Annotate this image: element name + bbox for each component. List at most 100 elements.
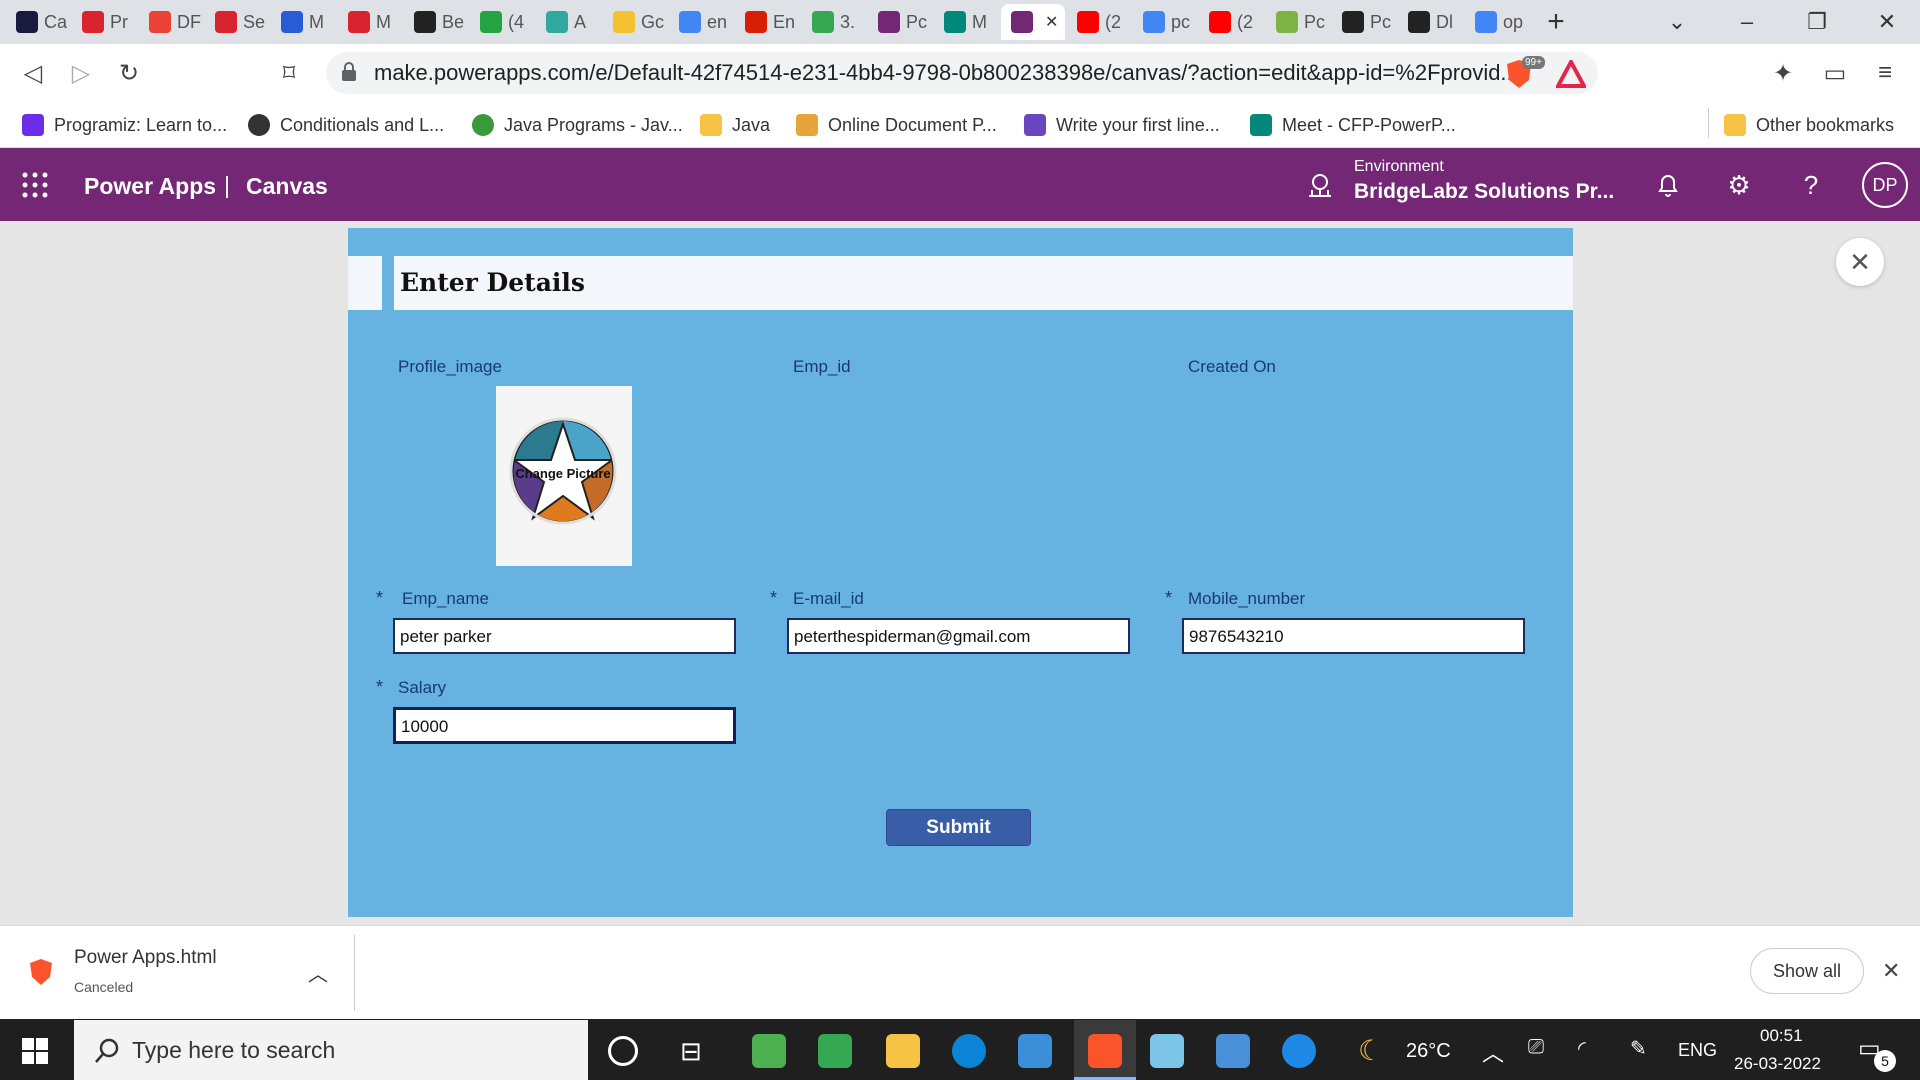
tab-search-chevron-icon[interactable]: ⌄ <box>1646 0 1708 44</box>
browser-tab[interactable]: ✕ <box>1001 4 1065 40</box>
header-mode: Canvas <box>246 173 328 199</box>
reload-icon[interactable]: ↻ <box>110 54 148 92</box>
help-icon[interactable]: ? <box>1794 168 1828 202</box>
notification-bell-icon[interactable] <box>1651 168 1685 202</box>
browser-tab[interactable]: (4 <box>470 4 536 40</box>
mobile-number-input[interactable]: 9876543210 <box>1182 618 1525 654</box>
browser-tab[interactable]: (2 <box>1199 4 1265 40</box>
environment-name[interactable]: BridgeLabz Solutions Pr... <box>1354 180 1614 204</box>
meet-now-icon[interactable]: ⎚ <box>1528 1036 1544 1059</box>
browser-tab[interactable]: DF <box>139 4 205 40</box>
browser-tab[interactable]: Se <box>205 4 271 40</box>
bookmark-online-document[interactable]: Online Document P... <box>796 110 997 140</box>
url-text: make.powerapps.com/e/Default-42f74514-e2… <box>374 60 1519 85</box>
browser-tab[interactable]: en <box>669 4 735 40</box>
browser-tab[interactable]: Pc <box>868 4 934 40</box>
show-all-button[interactable]: Show all <box>1750 948 1864 994</box>
required-marker: * <box>770 588 778 608</box>
browser-tab[interactable]: Dl <box>1398 4 1464 40</box>
other-bookmarks[interactable]: Other bookmarks <box>1724 110 1894 140</box>
browser-tab[interactable]: Gc <box>603 4 669 40</box>
extensions-icon[interactable]: ✦ <box>1764 54 1802 92</box>
tab-title: 3. <box>840 11 856 32</box>
download-file-name[interactable]: Power Apps.html <box>74 947 217 969</box>
browser-tab[interactable]: (2 <box>1067 4 1133 40</box>
weather-icon[interactable]: ☾ <box>1358 1034 1383 1067</box>
task-view-icon[interactable]: ⊟ <box>680 1036 702 1067</box>
bookmark-programiz[interactable]: Programiz: Learn to... <box>22 110 227 140</box>
browser-tab[interactable]: Be <box>404 4 470 40</box>
app-launcher-icon[interactable] <box>22 172 48 198</box>
tab-title: M <box>972 11 987 32</box>
environment-label: Environment <box>1354 158 1444 175</box>
bookmark-conditionals[interactable]: Conditionals and L... <box>248 110 444 140</box>
bookmark-icon[interactable]: ⌑ <box>270 54 308 92</box>
submit-button[interactable]: Submit <box>886 809 1031 846</box>
browser-tab[interactable]: op <box>1465 4 1531 40</box>
browser-tab[interactable]: pc <box>1133 4 1199 40</box>
bookmark-folder-java[interactable]: Java <box>700 110 770 140</box>
email-id-input[interactable]: peterthespiderman@gmail.com <box>787 618 1130 654</box>
product-name[interactable]: Power Apps <box>84 173 216 200</box>
help-app-icon[interactable] <box>1282 1034 1316 1068</box>
brave-rewards-icon[interactable] <box>1554 57 1588 88</box>
photos-icon[interactable] <box>1018 1034 1052 1068</box>
tab-favicon-icon <box>812 11 834 33</box>
avatar[interactable]: DP <box>1862 162 1908 208</box>
network-icon[interactable]: ◜ <box>1578 1036 1586 1061</box>
close-window-button[interactable]: ✕ <box>1856 0 1918 44</box>
menu-icon[interactable]: ≡ <box>1866 54 1904 92</box>
salary-input[interactable]: 10000 <box>393 707 736 744</box>
browser-tab[interactable]: Pr <box>72 4 138 40</box>
windows-start-icon[interactable] <box>22 1038 48 1064</box>
label-created-on: Created On <box>1188 357 1276 376</box>
tab-favicon-icon <box>1276 11 1298 33</box>
close-download-bar-icon[interactable]: ✕ <box>1882 958 1900 984</box>
new-tab-button[interactable]: + <box>1536 4 1576 40</box>
minimize-button[interactable]: – <box>1716 0 1778 44</box>
git-icon[interactable] <box>1216 1034 1250 1068</box>
tab-favicon-icon <box>1077 11 1099 33</box>
clock-date[interactable]: 26-03-2022 <box>1734 1054 1821 1074</box>
weather-temperature[interactable]: 26°C <box>1406 1040 1451 1063</box>
notepad-icon[interactable] <box>1150 1034 1184 1068</box>
browser-tab[interactable]: Pc <box>1332 4 1398 40</box>
browser-tab[interactable]: M <box>934 4 1000 40</box>
bookmark-java-programs[interactable]: Java Programs - Jav... <box>472 110 683 140</box>
settings-gear-icon[interactable]: ⚙ <box>1722 168 1756 202</box>
language-indicator[interactable]: ENG <box>1678 1040 1717 1061</box>
back-icon[interactable]: ◁ <box>14 54 52 92</box>
close-tab-icon[interactable]: ✕ <box>1045 12 1058 32</box>
change-picture-button[interactable]: Change Picture <box>508 466 618 481</box>
tab-favicon-icon <box>82 11 104 33</box>
browser-tab[interactable]: 3. <box>802 4 868 40</box>
edge-icon[interactable] <box>952 1034 986 1068</box>
clock-time[interactable]: 00:51 <box>1760 1026 1803 1046</box>
download-bar <box>0 925 1920 1019</box>
browser-tab[interactable]: M <box>338 4 404 40</box>
download-chevron-up-icon[interactable]: ︿ <box>308 958 328 987</box>
browser-tab[interactable]: M <box>271 4 337 40</box>
bookmark-write-first-line[interactable]: Write your first line... <box>1024 110 1220 140</box>
tab-favicon-icon <box>679 11 701 33</box>
download-status: Canceled <box>74 979 134 995</box>
close-form-button[interactable]: ✕ <box>1836 238 1884 286</box>
forward-icon[interactable]: ▷ <box>62 54 100 92</box>
browser-tab[interactable]: A <box>536 4 602 40</box>
taskbar-search[interactable]: Type here to search <box>74 1020 588 1080</box>
tray-chevron-up-icon[interactable]: ︿ <box>1482 1036 1504 1068</box>
bookmark-meet[interactable]: Meet - CFP-PowerP... <box>1250 110 1456 140</box>
pen-icon[interactable]: ✎ <box>1630 1036 1647 1061</box>
evernote-icon[interactable] <box>752 1034 786 1068</box>
browser-tab[interactable]: Pc <box>1266 4 1332 40</box>
cortana-icon[interactable] <box>608 1036 638 1066</box>
restore-button[interactable]: ❐ <box>1786 0 1848 44</box>
file-explorer-icon[interactable] <box>886 1034 920 1068</box>
bookmark-divider <box>1708 108 1709 138</box>
browser-tab[interactable]: En <box>735 4 801 40</box>
emp-name-input[interactable]: peter parker <box>393 618 736 654</box>
tripadvisor-icon[interactable] <box>818 1034 852 1068</box>
form-title: Enter Details <box>400 268 585 297</box>
browser-tab[interactable]: Ca <box>6 4 72 40</box>
wallet-icon[interactable]: ▭ <box>1816 54 1854 92</box>
